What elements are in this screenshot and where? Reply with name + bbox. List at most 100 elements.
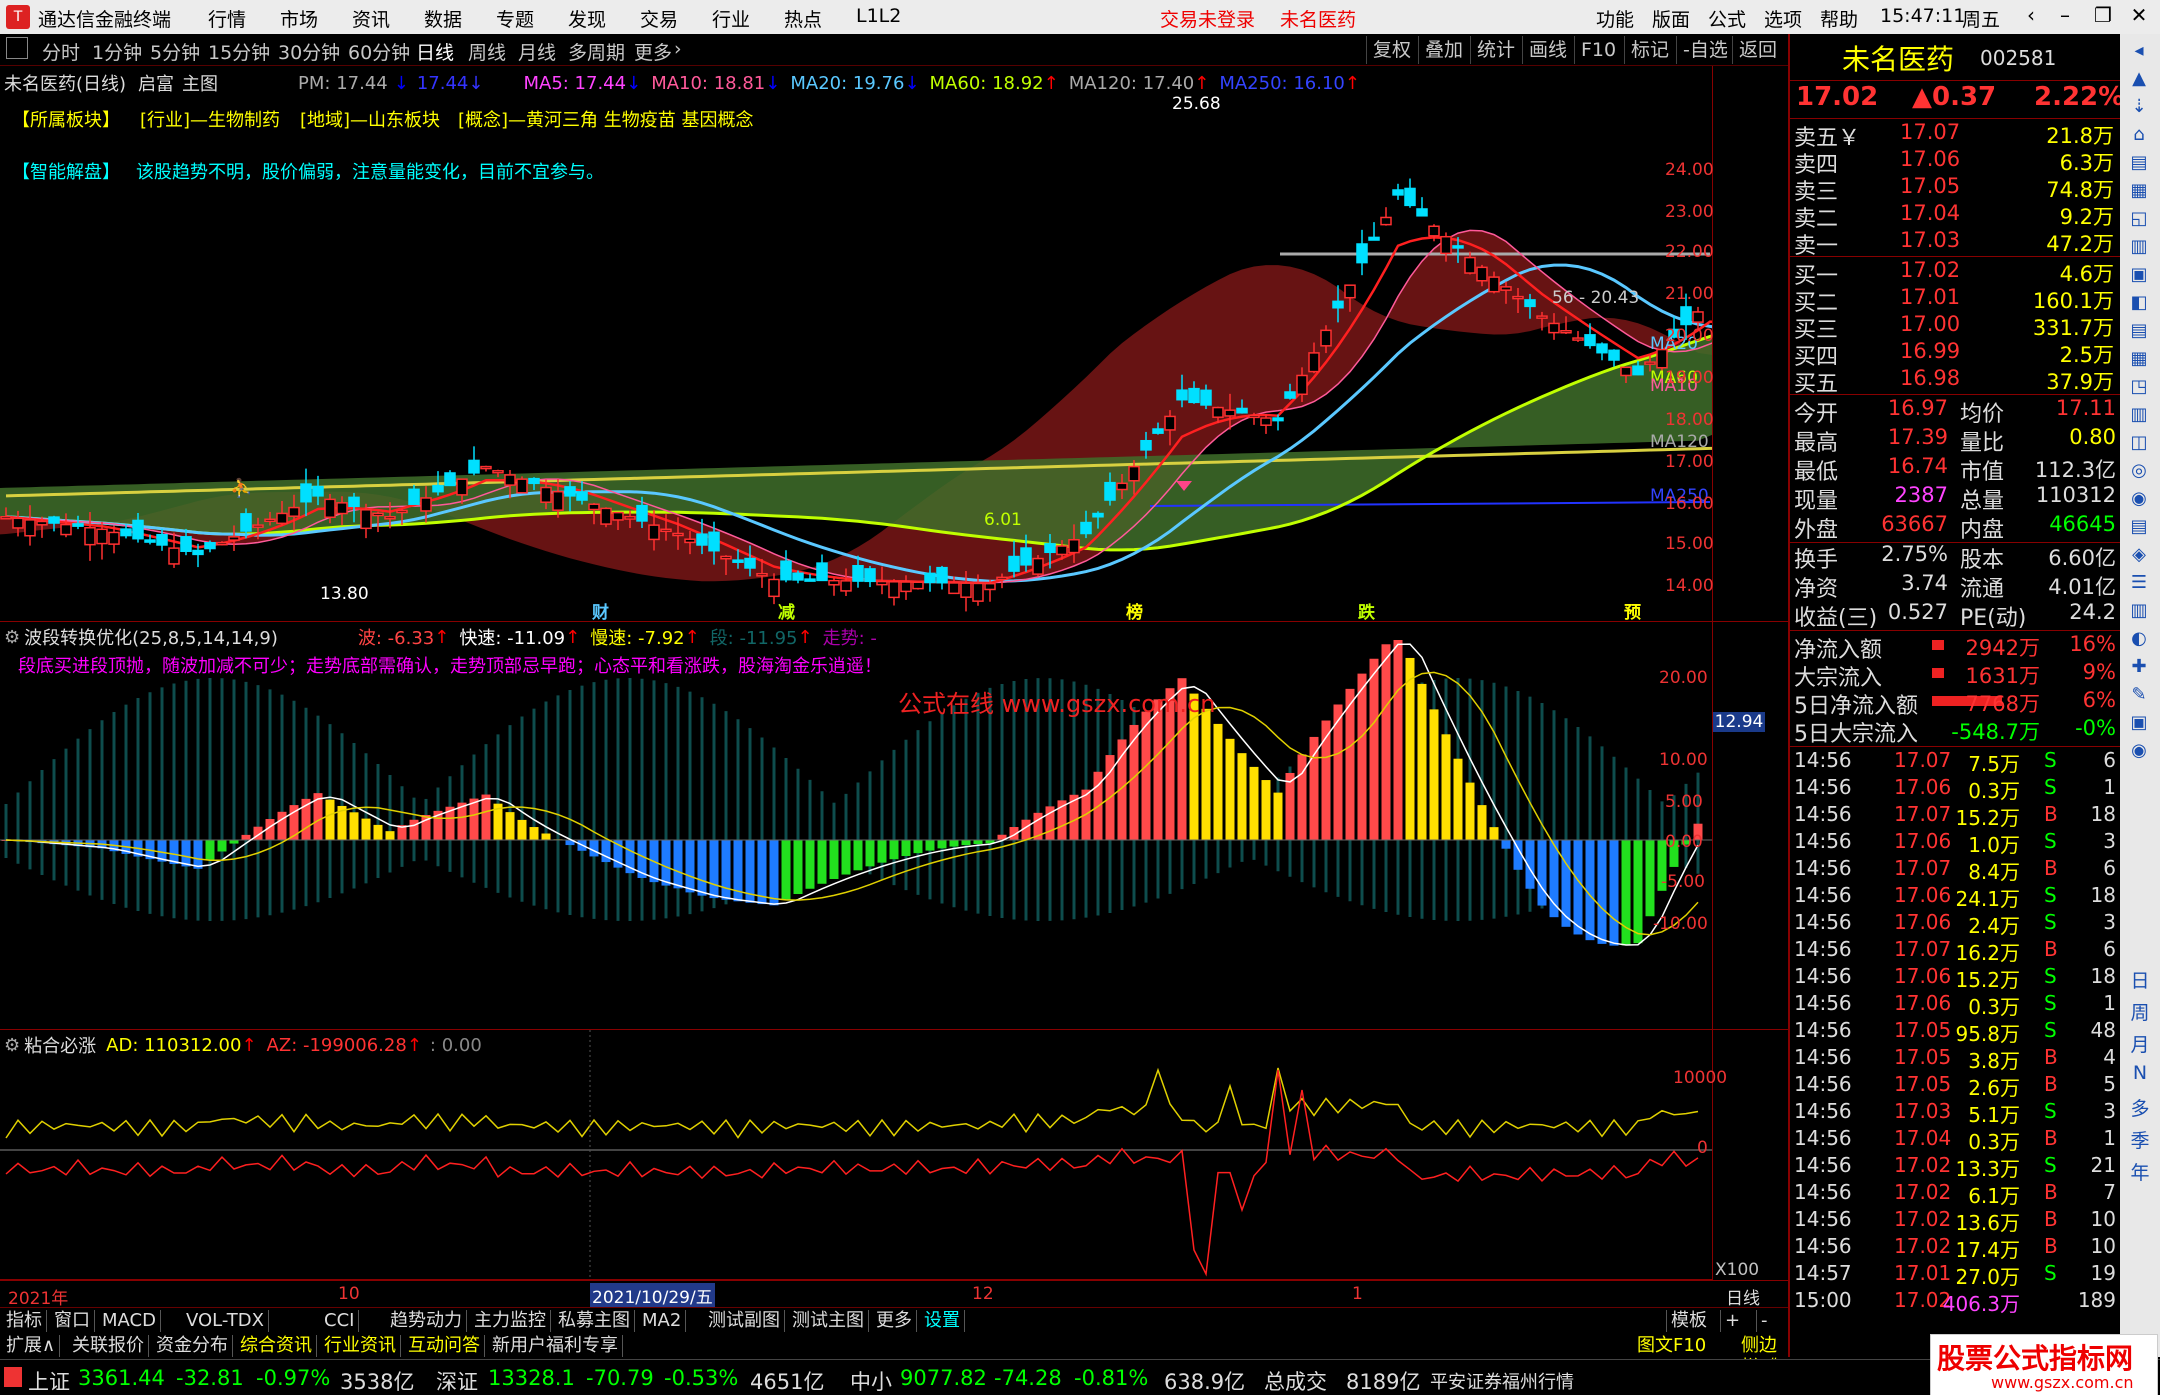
candle-body[interactable] [1008,555,1020,572]
price-chart-pane[interactable]: ⛹ 未名医药(日线) 启富 主图 PM: 17.44 ↓ 17.44 ↓ MA5… [0,66,1712,623]
period-tab[interactable]: 60分钟 [348,38,410,65]
indicator-tab[interactable]: 测试主图 [788,1310,869,1332]
period-side-button[interactable]: N [2128,1062,2152,1090]
period-tab[interactable]: 更多 [634,38,672,65]
candle-body[interactable] [492,470,504,474]
tool-button[interactable]: -自选 [1676,36,1734,64]
period-side-button[interactable]: 周 [2128,998,2152,1026]
candle-body[interactable] [576,491,588,501]
candle-body[interactable] [204,542,216,550]
candle-body[interactable] [1284,391,1296,399]
extension-tab[interactable]: 新用户福利专享 [488,1335,623,1357]
period-side-button[interactable]: 季 [2128,1126,2152,1154]
candle-body[interactable] [924,572,936,584]
candle-body[interactable] [624,516,636,520]
candle-body[interactable] [636,504,648,522]
candle-body[interactable] [264,518,276,523]
candle-body[interactable] [1128,465,1140,482]
candle-body[interactable] [996,576,1008,581]
candle-body[interactable] [936,566,948,584]
candle-body[interactable] [708,531,720,552]
side-tool-icon[interactable]: ⇣ [2126,96,2152,120]
side-tool-icon[interactable]: ▤ [2126,516,2152,540]
period-tab[interactable]: 5分钟 [150,38,200,65]
menu-item[interactable]: 版面 [1652,5,1690,32]
candle-body[interactable] [1248,414,1260,419]
event-marker[interactable]: 减 [778,598,795,623]
candle-body[interactable] [1452,245,1464,249]
candle-body[interactable] [336,502,348,515]
tool-button[interactable]: 叠加 [1418,36,1469,64]
side-tool-icon[interactable]: ▥ [2126,404,2152,428]
chevron-right-icon[interactable]: › [674,38,682,60]
candle-body[interactable] [84,526,96,546]
candle-body[interactable] [1272,417,1284,422]
side-tool-icon[interactable]: ◧ [2126,292,2152,316]
candle-body[interactable] [120,528,132,537]
side-tool-icon[interactable]: ✎ [2126,684,2152,708]
candle-body[interactable] [132,519,144,540]
tool-button[interactable]: 画线 [1522,36,1573,64]
candle-body[interactable] [420,497,432,512]
stock-alert[interactable]: 未名医药 [1280,5,1356,32]
tool-button[interactable]: 统计 [1470,36,1521,64]
candle-body[interactable] [240,513,252,532]
event-marker[interactable]: 财 [592,598,609,623]
indicator-tab[interactable]: 指标 [2,1310,47,1332]
minimize-icon[interactable]: – [2050,3,2080,31]
candle-body[interactable] [780,560,792,581]
period-tab[interactable]: 15分钟 [208,38,270,65]
candle-body[interactable] [948,582,960,595]
menu-item[interactable]: 行业 [712,5,750,32]
candle-body[interactable] [384,516,396,520]
indicator-tab[interactable]: MA2 [638,1310,687,1332]
candle-body[interactable] [1548,322,1560,334]
side-tool-icon[interactable]: ▣ [2126,264,2152,288]
side-tool-icon[interactable]: ▦ [2126,180,2152,204]
candle-body[interactable] [1608,349,1620,361]
candle-body[interactable] [1464,256,1476,274]
candle-body[interactable] [24,519,36,537]
extension-tab[interactable]: 关联报价 [68,1335,149,1357]
candle-body[interactable] [1596,343,1608,354]
candle-body[interactable] [1188,387,1200,404]
candle-body[interactable] [1428,225,1440,237]
indicator-tab[interactable]: CCI [320,1310,360,1332]
candle-body[interactable] [528,477,540,485]
candle-body[interactable] [60,523,72,536]
candle-body[interactable] [864,568,876,583]
candle-body[interactable] [144,539,156,543]
period-tab[interactable]: 月线 [518,38,556,65]
candle-body[interactable] [1032,557,1044,575]
extension-tab-right[interactable]: 侧边栏《 [1738,1335,1788,1378]
candle-body[interactable] [516,478,528,494]
candle-body[interactable] [768,578,780,598]
candle-body[interactable] [192,549,204,556]
candle-body[interactable] [312,485,324,497]
candle-body[interactable] [1368,236,1380,241]
candle-body[interactable] [660,528,672,533]
candle-body[interactable] [876,580,888,586]
candle-body[interactable] [360,509,372,530]
candle-body[interactable] [1176,389,1188,401]
candle-body[interactable] [852,564,864,582]
candle-body[interactable] [444,472,456,487]
period-tab[interactable]: 分时 [42,38,80,65]
candle-body[interactable] [756,572,768,577]
candle-body[interactable] [252,524,264,528]
side-tool-icon[interactable]: ⌂ [2126,124,2152,148]
side-tool-icon[interactable]: ☰ [2126,572,2152,596]
settings-icon[interactable]: ⚙ [4,1035,20,1056]
candle-body[interactable] [168,547,180,565]
side-tool-icon[interactable]: ◱ [2126,208,2152,232]
side-tool-icon[interactable]: ▦ [2126,348,2152,372]
side-tool-icon[interactable]: ◳ [2126,376,2152,400]
indicator-tab[interactable]: 测试副图 [704,1310,785,1332]
menu-item[interactable]: 资讯 [352,5,390,32]
candle-body[interactable] [912,581,924,590]
side-tool-icon[interactable]: ◉ [2126,488,2152,512]
tab-control[interactable]: - [1756,1310,1772,1332]
region-label[interactable]: [地域]—山东板块 [300,106,440,132]
candle-body[interactable] [1560,330,1572,334]
candle-body[interactable] [1416,208,1428,217]
